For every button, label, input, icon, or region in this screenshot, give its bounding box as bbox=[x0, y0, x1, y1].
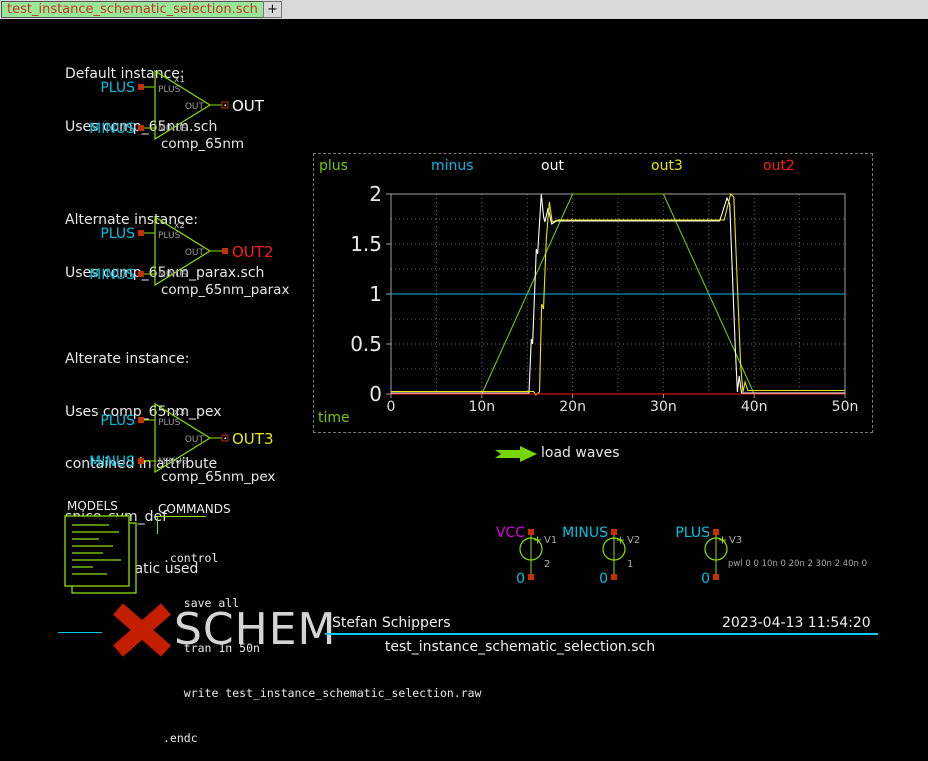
out-pin-dot bbox=[225, 105, 227, 107]
pin-name-out: OUT bbox=[185, 102, 205, 112]
x-axis-title: time bbox=[318, 410, 350, 426]
symbol-name: comp_65nm_pex bbox=[161, 469, 275, 485]
net-label-minus[interactable]: MINUS bbox=[89, 267, 135, 283]
pin-name-minus: MINUS bbox=[158, 457, 188, 467]
commands-label: COMMANDS bbox=[158, 502, 231, 516]
waveform-graph[interactable]: plus minus out out3 out2 0 10n 20n 30n 40n 50n 2 1.… bbox=[313, 153, 873, 433]
net-label-out[interactable]: OUT2 bbox=[232, 243, 274, 261]
schematic-filename: test_instance_schematic_selection.sch bbox=[310, 639, 730, 655]
legend-out2: out2 bbox=[763, 158, 795, 174]
top-pin[interactable] bbox=[528, 529, 534, 535]
pin-name-plus: PLUS bbox=[158, 85, 181, 95]
source-name: V1 bbox=[544, 535, 557, 546]
author-name: Stefan Schippers bbox=[332, 615, 451, 631]
pin-name-out: OUT bbox=[185, 435, 205, 445]
pin-name-plus: PLUS bbox=[158, 231, 181, 241]
net-label-out[interactable]: OUT3 bbox=[232, 430, 274, 448]
bottom-pin[interactable] bbox=[611, 574, 617, 580]
pin-name-minus: MINUS bbox=[158, 124, 188, 134]
pin-name-minus: MINUS bbox=[158, 270, 188, 280]
minus-pin[interactable] bbox=[138, 271, 144, 277]
legend-out3: out3 bbox=[651, 158, 683, 174]
net-label[interactable]: MINUS bbox=[562, 525, 608, 541]
top-pin[interactable] bbox=[611, 529, 617, 535]
plus-pin[interactable] bbox=[138, 230, 144, 236]
source-value: pwl 0 0 10n 0 20n 2 30n 2 40n 0 bbox=[728, 559, 867, 569]
designator: x1 bbox=[174, 75, 185, 85]
load-waves-launcher[interactable]: load waves bbox=[541, 445, 620, 461]
comparator-symbol-x3[interactable]: PLUS MINUS PLUS MINUS OUT x3 OUT3 comp_6… bbox=[95, 391, 275, 486]
net-label-minus[interactable]: MINUS bbox=[89, 121, 135, 137]
pin-name-out: OUT bbox=[185, 248, 205, 258]
vsource-v1[interactable]: VCC 0 V1 2 bbox=[489, 524, 573, 588]
xschem-logo: SCHEM bbox=[110, 604, 337, 656]
ground-label[interactable]: 0 bbox=[701, 571, 710, 587]
y-tick-label: 1 bbox=[314, 282, 382, 306]
vsource-v3[interactable]: PLUS 0 V3 pwl 0 0 10n 0 20n 2 30n 2 40n … bbox=[674, 524, 924, 588]
ground-label[interactable]: 0 bbox=[516, 571, 525, 587]
minus-pin[interactable] bbox=[138, 125, 144, 131]
net-label[interactable]: VCC bbox=[496, 525, 525, 541]
waveform-plot-area[interactable] bbox=[314, 154, 872, 432]
top-pin[interactable] bbox=[713, 529, 719, 535]
x-tick-label: 40n bbox=[726, 399, 782, 415]
date-time: 2023-04-13 11:54:20 bbox=[722, 615, 871, 631]
bottom-pin[interactable] bbox=[713, 574, 719, 580]
out-pin-dot bbox=[225, 438, 227, 440]
y-tick-label: 0 bbox=[314, 382, 382, 406]
symbol-name: comp_65nm_parax bbox=[161, 282, 289, 298]
models-label: MODELS bbox=[67, 499, 118, 513]
models-stack-icon[interactable] bbox=[63, 514, 147, 598]
designator: x2 bbox=[174, 221, 185, 231]
legend-plus: plus bbox=[319, 158, 348, 174]
y-tick-label: 2 bbox=[314, 182, 382, 206]
launcher-arrow-icon[interactable] bbox=[494, 445, 540, 463]
x-tick-label: 30n bbox=[635, 399, 691, 415]
out-pin[interactable] bbox=[222, 248, 228, 254]
vsource-v2[interactable]: MINUS 0 V2 1 bbox=[572, 524, 656, 588]
designator: x3 bbox=[174, 408, 185, 418]
net-label-out[interactable]: OUT bbox=[232, 97, 265, 115]
bottom-pin[interactable] bbox=[528, 574, 534, 580]
title-block-line-left bbox=[58, 632, 102, 633]
minus-pin[interactable] bbox=[138, 458, 144, 464]
comparator-symbol-x1[interactable]: PLUS MINUS PLUS MINUS OUT x1 OUT comp_65… bbox=[95, 58, 275, 153]
legend-out: out bbox=[541, 158, 564, 174]
new-tab-button[interactable]: + bbox=[263, 1, 282, 18]
ground-label[interactable]: 0 bbox=[599, 571, 608, 587]
pin-name-plus: PLUS bbox=[158, 418, 181, 428]
y-tick-label: 1.5 bbox=[314, 232, 382, 256]
tab-current-schematic[interactable]: test_instance_schematic_selection.sch bbox=[1, 1, 264, 18]
net-label-plus[interactable]: PLUS bbox=[100, 80, 135, 96]
net-label-plus[interactable]: PLUS bbox=[100, 226, 135, 242]
comparator-symbol-x2[interactable]: PLUS MINUS PLUS MINUS OUT x2 OUT2 comp_6… bbox=[95, 204, 275, 299]
net-label-plus[interactable]: PLUS bbox=[100, 413, 135, 429]
plus-pin[interactable] bbox=[138, 417, 144, 423]
legend-minus: minus bbox=[431, 158, 474, 174]
title-block-underline bbox=[325, 633, 878, 635]
source-name: V2 bbox=[627, 535, 640, 546]
net-label[interactable]: PLUS bbox=[675, 525, 710, 541]
xschem-logo-x bbox=[110, 604, 174, 656]
y-tick-label: 0.5 bbox=[314, 332, 382, 356]
net-label-minus[interactable]: MINUS bbox=[89, 454, 135, 470]
source-name: V3 bbox=[729, 535, 742, 546]
tab-bar: test_instance_schematic_selection.sch + bbox=[0, 0, 928, 19]
x-tick-label: 50n bbox=[817, 399, 873, 415]
plus-pin[interactable] bbox=[138, 84, 144, 90]
source-value: 2 bbox=[544, 559, 550, 570]
symbol-name: comp_65nm bbox=[161, 136, 244, 152]
x-tick-label: 20n bbox=[545, 399, 601, 415]
source-value: 1 bbox=[627, 559, 633, 570]
x-tick-label: 10n bbox=[454, 399, 510, 415]
